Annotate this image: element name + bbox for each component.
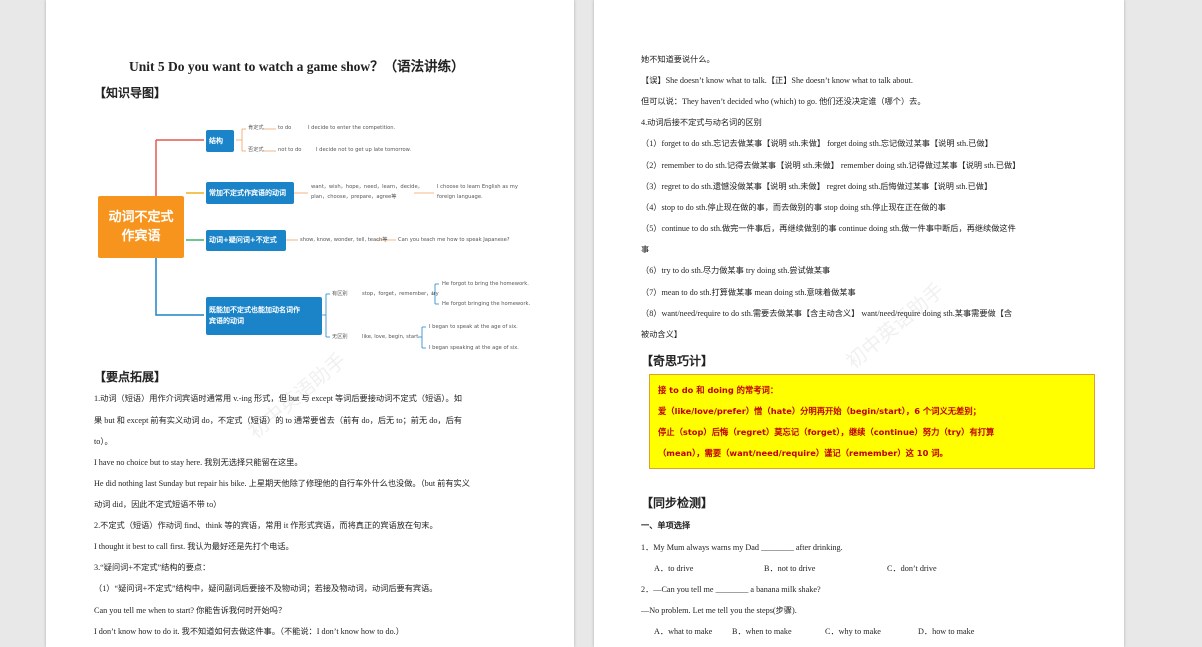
q2-option-d[interactable]: D．how to make	[918, 626, 974, 637]
body-line: （2）remember to do sth.记得去做某事【说明 sth.未做】 …	[641, 161, 1021, 170]
question-1: 1．My Mum always warns my Dad ________ af…	[641, 543, 843, 552]
body-line: （3）regret to do sth.遗憾没做某事【说明 sth.未做】 re…	[641, 182, 993, 191]
branch-common-verbs-list2: plan，choose，prepare，agree等	[311, 194, 397, 200]
q2-option-c[interactable]: C．why to make	[825, 626, 881, 637]
mind-map-center-line1: 动词不定式	[108, 210, 174, 225]
section-points-heading: 【要点拓展】	[94, 370, 167, 384]
branch-structure-positive-example: I decide to enter the competition.	[308, 125, 396, 131]
mind-map: 动词不定式作宾语 结构 肯定式 to do I decide to enter …	[46, 0, 574, 360]
body-line: Can you tell me when to start? 你能告诉我何时开始…	[94, 606, 287, 615]
body-line: （1）forget to do sth.忘记去做某事【说明 sth.未做】 fo…	[641, 139, 993, 148]
branch-both-diff-verbs: stop，forget，remember，try	[362, 291, 439, 297]
body-line: 她不知道要说什么。	[641, 55, 715, 64]
branch-question-word-example: Can you teach me how to speak Japanese?	[398, 237, 510, 243]
body-line: （5）continue to do sth.做完一件事后，再继续做别的事 con…	[641, 224, 1016, 233]
mind-map-center: 动词不定式 作宾语	[98, 196, 184, 258]
body-line: 事	[641, 245, 650, 254]
body-line: 但可以说：They haven’t decided who (which) to…	[641, 97, 926, 106]
body-line: to）。	[94, 437, 113, 446]
mind-map-center-line2: 作宾语	[121, 229, 161, 244]
branch-question-word-verbs: show, know, wonder, tell, teach等	[300, 237, 388, 243]
q2-option-b[interactable]: B．when to make	[732, 626, 792, 637]
branch-both-forms: 既能加不定式也能加动名词作 宾语的动词	[206, 297, 322, 335]
body-line: （8）want/need/require to do sth.需要去做某事【含主…	[641, 309, 1013, 318]
body-line: He did nothing last Sunday but repair hi…	[94, 479, 470, 488]
q1-option-b[interactable]: B．not to drive	[764, 563, 815, 574]
branch-question-word: 动词+疑问词+不定式	[206, 230, 286, 251]
question-2-reply: —No problem. Let me tell you the steps(步…	[641, 606, 797, 615]
branch-structure-positive-form: to do	[278, 125, 292, 131]
branch-both-diff-example2: He forgot bringing the homework.	[442, 301, 531, 307]
body-line: 动词 did，因此不定式短语不带 to）	[94, 500, 222, 509]
branch-structure: 结构	[206, 130, 234, 152]
branch-both-diff-example1: He forgot to bring the homework.	[442, 281, 529, 287]
branch-both-forms-line1: 既能加不定式也能加动名词作	[209, 306, 300, 314]
body-line: 4.动词后接不定式与动名词的区别	[641, 118, 762, 127]
branch-structure-negative-example: I decide not to get up late tomorrow.	[316, 147, 412, 153]
branch-both-same-label: 无区别	[332, 334, 348, 340]
branch-structure-negative-form: not to do	[278, 147, 302, 153]
body-line: 3.“疑问词+不定式”结构的要点：	[94, 563, 211, 572]
branch-both-diff-label: 有区别	[332, 291, 348, 297]
question-2: 2．—Can you tell me ________ a banana mil…	[641, 585, 821, 594]
branch-common-verbs-example2: foreign language.	[437, 194, 483, 200]
branch-both-forms-line2: 宾语的动词	[209, 317, 244, 325]
q2-option-a[interactable]: A．what to make	[654, 626, 712, 637]
section-tips-heading: 【奇思巧计】	[641, 354, 714, 368]
branch-both-same-example2: I began speaking at the age of six.	[429, 345, 519, 351]
branch-both-same-verbs: like, love, begin, start	[362, 334, 419, 340]
branch-common-verbs: 常加不定式作宾语的动词	[206, 182, 294, 204]
body-line: （4）stop to do sth.停止现在做的事，而去做别的事 stop do…	[641, 203, 946, 212]
body-line: 【误】She doesn’t know what to talk.【正】She …	[641, 76, 913, 85]
branch-structure-positive: 肯定式	[248, 125, 264, 131]
tips-line: （mean），需要（want/need/require）谨记（remember）…	[658, 448, 948, 458]
body-line: I don’t know how to do it. 我不知道如何去做这件事。（…	[94, 627, 404, 636]
body-line: 被动含义】	[641, 330, 682, 339]
tips-line: 接 to do 和 doing 的常考词：	[658, 385, 779, 395]
branch-common-verbs-example1: I choose to learn English as my	[437, 184, 518, 190]
q1-option-c[interactable]: C．don’t drive	[887, 563, 937, 574]
section-test-heading: 【同步检测】	[641, 496, 714, 510]
tips-box: 接 to do 和 doing 的常考词： 爱（like/love/prefer…	[649, 374, 1095, 469]
part-heading: 一、单项选择	[641, 521, 691, 530]
body-line: 2.不定式（短语）作动词 find、think 等的宾语，常用 it 作形式宾语…	[94, 521, 438, 530]
tips-line: 爱（like/love/prefer）憎（hate）分明再开始（begin/st…	[658, 406, 981, 416]
body-line: （7）mean to do sth.打算做某事 mean doing sth.意…	[641, 288, 856, 297]
tips-line: 停止（stop）后悔（regret）莫忘记（forget），继续（continu…	[658, 427, 995, 437]
page-left: Unit 5 Do you want to watch a game show？…	[46, 0, 574, 647]
q1-option-a[interactable]: A．to drive	[654, 563, 693, 574]
branch-both-same-example1: I began to speak at the age of six.	[429, 324, 518, 330]
body-line: I have no choice but to stay here. 我别无选择…	[94, 458, 303, 467]
branch-structure-negative: 否定式	[248, 147, 264, 153]
page-right: 她不知道要说什么。 【误】She doesn’t know what to ta…	[594, 0, 1124, 647]
body-line: I thought it best to call first. 我认为最好还是…	[94, 542, 294, 551]
body-line: （6）try to do sth.尽力做某事 try doing sth.尝试做…	[641, 266, 831, 275]
branch-common-verbs-list1: want，wish，hope，need，learn，decide，	[311, 184, 423, 190]
body-line: （1）“疑问词+不定式”结构中，疑问副词后要接不及物动词；若接及物动词，动词后要…	[94, 584, 438, 593]
